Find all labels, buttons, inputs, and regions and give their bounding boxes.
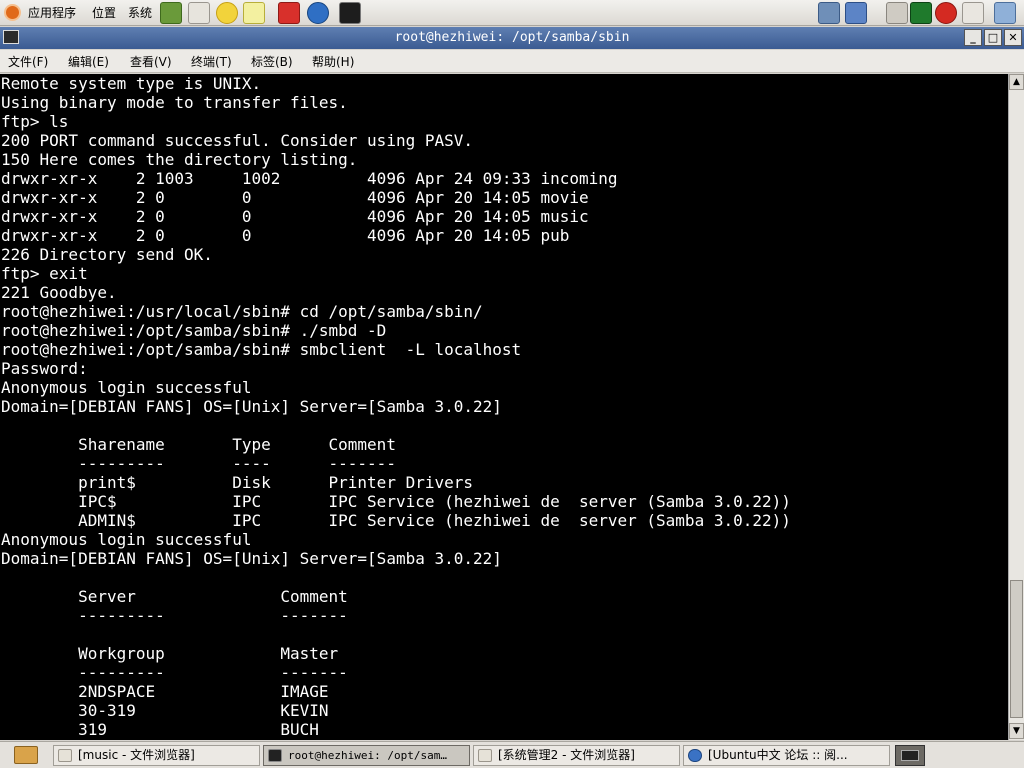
terminal-icon xyxy=(268,749,282,762)
show-desktop-icon[interactable] xyxy=(14,746,38,764)
terminal-line: drwxr-xr-x 2 0 0 4096 Apr 20 14:05 movie xyxy=(1,188,589,207)
terminal-line: drwxr-xr-x 2 0 0 4096 Apr 20 14:05 pub xyxy=(1,226,570,245)
printer-icon[interactable] xyxy=(886,2,908,24)
maximize-button[interactable]: □ xyxy=(984,29,1002,46)
terminal-line: ADMIN$ IPC IPC Service (hezhiwei de serv… xyxy=(1,511,791,530)
task-label: root@hezhiwei: /opt/sam… xyxy=(288,749,447,762)
workspace-switcher[interactable] xyxy=(895,745,925,766)
task-label: [music - 文件浏览器] xyxy=(78,748,195,762)
task-music-file-browser[interactable]: [music - 文件浏览器] xyxy=(53,745,260,766)
menu-system[interactable]: 系统 xyxy=(128,5,152,21)
terminal-line: 226 Directory send OK. xyxy=(1,245,213,264)
terminal-line: --------- ---- ------- xyxy=(1,454,396,473)
system-monitor-icon[interactable] xyxy=(910,2,932,24)
window-titlebar[interactable]: root@hezhiwei: /opt/samba/sbin _ □ ✕ xyxy=(0,27,1024,49)
terminal-line: IPC$ IPC IPC Service (hezhiwei de server… xyxy=(1,492,791,511)
network-icon[interactable] xyxy=(818,2,840,24)
terminal-line: Sharename Type Comment xyxy=(1,435,396,454)
menu-edit[interactable]: 编辑(E) xyxy=(68,54,109,70)
menu-view[interactable]: 查看(V) xyxy=(130,54,172,70)
scroll-down-icon[interactable]: ▼ xyxy=(1009,723,1024,739)
minimize-button[interactable]: _ xyxy=(964,29,982,46)
task-label: [系统管理2 - 文件浏览器] xyxy=(498,748,635,762)
top-panel: 应用程序 位置 系统 xyxy=(0,0,1024,26)
workspace-thumb-icon xyxy=(901,750,919,761)
menu-places[interactable]: 位置 xyxy=(92,5,116,21)
menu-bar: 文件(F) 编辑(E) 查看(V) 终端(T) 标签(B) 帮助(H) xyxy=(0,50,1024,73)
browser-launcher-icon[interactable] xyxy=(307,2,329,24)
user-launcher-icon[interactable] xyxy=(216,2,238,24)
scroll-up-icon[interactable]: ▲ xyxy=(1009,74,1024,90)
pdf-launcher-icon[interactable] xyxy=(278,2,300,24)
terminal-line: 150 Here comes the directory listing. xyxy=(1,150,358,169)
terminal-line: 200 PORT command successful. Consider us… xyxy=(1,131,474,150)
screenshot-icon[interactable] xyxy=(994,2,1016,24)
terminal-line: Anonymous login successful xyxy=(1,378,252,397)
terminal-line: 221 Goodbye. xyxy=(1,283,117,302)
terminal-line: Using binary mode to transfer files. xyxy=(1,93,348,112)
scrollbar-thumb[interactable] xyxy=(1010,580,1023,718)
power-icon[interactable] xyxy=(935,2,957,24)
terminal-line: print$ Disk Printer Drivers xyxy=(1,473,474,492)
terminal-line: Domain=[DEBIAN FANS] OS=[Unix] Server=[S… xyxy=(1,397,502,416)
book-launcher-icon[interactable] xyxy=(160,2,182,24)
window-title: root@hezhiwei: /opt/samba/sbin xyxy=(394,30,630,45)
terminal-line: Server Comment xyxy=(1,587,348,606)
terminal-line: root@hezhiwei:/opt/samba/sbin# ./smbd -D xyxy=(1,321,387,340)
close-button[interactable]: ✕ xyxy=(1004,29,1022,46)
menu-terminal[interactable]: 终端(T) xyxy=(191,54,232,70)
terminal-line: root@hezhiwei:/opt/samba/sbin# smbclient… xyxy=(1,340,522,359)
menu-applications[interactable]: 应用程序 xyxy=(28,5,76,21)
terminal-line: Anonymous login successful xyxy=(1,530,252,549)
text-editor-launcher-icon[interactable] xyxy=(243,2,265,24)
globe-icon xyxy=(688,749,702,762)
terminal-line: --------- ------- xyxy=(1,606,348,625)
bottom-panel: [music - 文件浏览器] root@hezhiwei: /opt/sam…… xyxy=(0,741,1024,768)
terminal-line: --------- ------- xyxy=(1,663,348,682)
terminal-line: drwxr-xr-x 2 0 0 4096 Apr 20 14:05 music xyxy=(1,207,589,226)
terminal-scrollbar[interactable]: ▲ ▼ xyxy=(1008,74,1024,740)
terminal-launcher-icon[interactable] xyxy=(339,2,361,24)
terminal-line: 2NDSPACE IMAGE xyxy=(1,682,329,701)
terminal-line: ftp> exit xyxy=(1,264,88,283)
folder-icon xyxy=(58,749,72,762)
terminal-line: ftp> ls xyxy=(1,112,69,131)
terminal-line: Workgroup Master xyxy=(1,644,339,663)
menu-help[interactable]: 帮助(H) xyxy=(312,54,354,70)
menu-tabs[interactable]: 标签(B) xyxy=(251,54,293,70)
terminal-line: Password: xyxy=(1,359,88,378)
task-terminal[interactable]: root@hezhiwei: /opt/sam… xyxy=(263,745,470,766)
task-label: [Ubuntu中文 论坛 :: 阅... xyxy=(708,748,848,762)
terminal-line: root@hezhiwei:/usr/local/sbin# cd /opt/s… xyxy=(1,302,483,321)
folder-icon xyxy=(478,749,492,762)
terminal-text: Remote system type is UNIX. Using binary … xyxy=(0,74,1008,739)
menu-file[interactable]: 文件(F) xyxy=(8,54,48,70)
terminal-output[interactable]: Remote system type is UNIX. Using binary … xyxy=(0,74,1008,740)
terminal-line: 30-319 KEVIN xyxy=(1,701,329,720)
task-sysadmin-file-browser[interactable]: [系统管理2 - 文件浏览器] xyxy=(473,745,680,766)
terminal-line: drwxr-xr-x 2 1003 1002 4096 Apr 24 09:33… xyxy=(1,169,618,188)
terminal-line: Remote system type is UNIX. xyxy=(1,74,262,93)
terminal-line: 319 BUCH xyxy=(1,720,319,739)
cutter-icon[interactable] xyxy=(962,2,984,24)
update-notifier-icon[interactable] xyxy=(845,2,867,24)
ubuntu-logo-icon[interactable] xyxy=(4,4,21,21)
task-ubuntu-forum-browser[interactable]: [Ubuntu中文 论坛 :: 阅... xyxy=(683,745,890,766)
terminal-line: Domain=[DEBIAN FANS] OS=[Unix] Server=[S… xyxy=(1,549,502,568)
file-manager-launcher-icon[interactable] xyxy=(188,2,210,24)
